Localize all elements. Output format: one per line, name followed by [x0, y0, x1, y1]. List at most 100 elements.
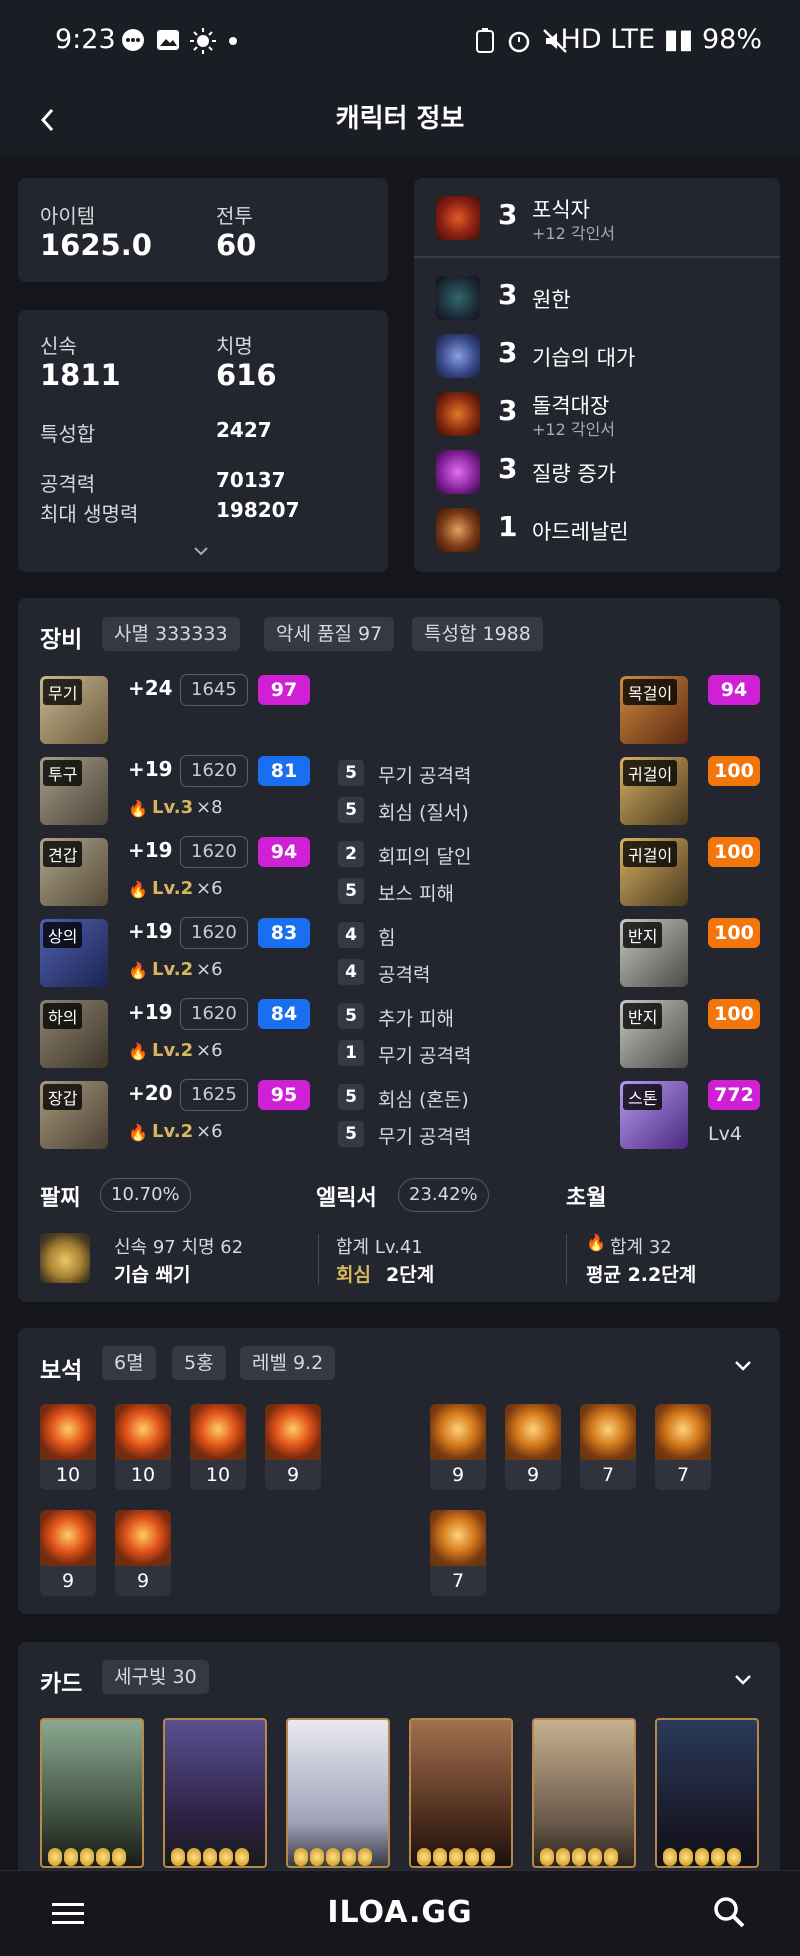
awakening-orb-icon	[588, 1848, 602, 1866]
card-thumbnail[interactable]	[40, 1718, 144, 1868]
gem-slot[interactable]: 9	[115, 1510, 171, 1596]
gems-chip-doom: 6멸	[102, 1346, 156, 1380]
card-thumbnail[interactable]	[163, 1718, 267, 1868]
gem-icon	[265, 1404, 321, 1460]
accessory-item-icon[interactable]: 스톤	[620, 1081, 688, 1149]
site-logo[interactable]: ILOA.GG	[0, 1895, 800, 1930]
equipment-chip-set: 사멸 333333	[102, 617, 240, 651]
slot-label: 스톤	[623, 1084, 663, 1110]
gem-level: 9	[136, 1570, 150, 1592]
gem-slot[interactable]: 10	[40, 1404, 96, 1490]
gem-slot[interactable]: 9	[265, 1404, 321, 1490]
status-system-icons	[474, 28, 568, 54]
gem-icon	[655, 1404, 711, 1460]
gem-slot[interactable]: 7	[655, 1404, 711, 1490]
card-thumbnail[interactable]	[409, 1718, 513, 1868]
awakening-orb-icon	[417, 1848, 431, 1866]
awakening-orb-icon	[64, 1848, 78, 1866]
enhance-level: +19	[128, 838, 173, 862]
transcend-level: Lv.2	[152, 959, 194, 980]
card-thumbnail[interactable]	[655, 1718, 759, 1868]
equipment-chip-quality: 악세 품질 97	[264, 617, 395, 651]
gem-level: 7	[676, 1464, 690, 1486]
engrave-points: 4	[338, 959, 364, 985]
status-time: 9:23	[55, 24, 116, 55]
enhance-level: +19	[128, 919, 173, 943]
awakening-orb-icon	[96, 1848, 110, 1866]
cards-expand-button[interactable]	[733, 1672, 753, 1691]
gem-slot[interactable]: 9	[505, 1404, 561, 1490]
transcend-average: 평균 2.2단계	[586, 1264, 697, 1286]
max-hp-value: 198207	[216, 498, 300, 522]
gem-icon	[580, 1404, 636, 1460]
flame-icon: 🔥	[128, 880, 148, 899]
card-thumbnail[interactable]	[286, 1718, 390, 1868]
gem-level: 9	[451, 1464, 465, 1486]
slot-label: 투구	[43, 760, 83, 786]
engrave-name: 회심 (혼돈)	[378, 1089, 469, 1111]
equipment-item-icon[interactable]: 무기	[40, 676, 108, 744]
expand-stats-button[interactable]	[192, 542, 210, 561]
awakening-orb-icon	[310, 1848, 324, 1866]
enhance-level: +24	[128, 676, 173, 700]
gem-icon	[115, 1510, 171, 1566]
item-level: 1620	[180, 917, 248, 949]
gem-icon	[40, 1510, 96, 1566]
gem-slot[interactable]: 9	[40, 1510, 96, 1596]
attack-value: 70137	[216, 468, 286, 492]
flame-icon: 🔥	[128, 1042, 148, 1061]
quality-badge: 81	[258, 756, 310, 786]
gem-level: 7	[601, 1464, 615, 1486]
transcend-total: 합계 32	[610, 1237, 672, 1258]
gallery-icon	[157, 30, 179, 50]
card-thumbnail[interactable]	[532, 1718, 636, 1868]
accessory-item-icon[interactable]: 귀걸이	[620, 757, 688, 825]
search-button[interactable]	[712, 1895, 746, 1933]
awakening-orb-icon	[540, 1848, 554, 1866]
cards-chip-set: 세구빛 30	[102, 1660, 209, 1694]
quality-badge: 97	[258, 675, 310, 705]
accessory-item-icon[interactable]: 귀걸이	[620, 838, 688, 906]
equipment-item-icon[interactable]: 하의	[40, 1000, 108, 1068]
bracelet-icon[interactable]	[40, 1233, 90, 1283]
equipment-item-icon[interactable]: 상의	[40, 919, 108, 987]
awakening-orb-icon	[203, 1848, 217, 1866]
elixir-title: 엘릭서	[316, 1186, 377, 1211]
battle-level-label: 전투	[216, 204, 253, 228]
brightness-icon	[190, 28, 216, 54]
card-awakening	[294, 1848, 372, 1866]
gem-slot[interactable]: 10	[115, 1404, 171, 1490]
slot-label: 무기	[43, 679, 83, 705]
equipment-item-icon[interactable]: 견갑	[40, 838, 108, 906]
engraving-name: 아드레날린	[532, 520, 629, 544]
gem-slot[interactable]: 10	[190, 1404, 246, 1490]
elixir-percent: 23.42%	[398, 1178, 489, 1212]
accessory-item-icon[interactable]: 목걸이	[620, 676, 688, 744]
gem-slot[interactable]: 7	[430, 1510, 486, 1596]
cards-title: 카드	[40, 1671, 83, 1697]
engraving-icon	[436, 334, 480, 378]
equipment-chip-total: 특성합 1988	[412, 617, 543, 651]
awakening-orb-icon	[695, 1848, 709, 1866]
accessory-item-icon[interactable]: 반지	[620, 919, 688, 987]
gem-slot[interactable]: 7	[580, 1404, 636, 1490]
awakening-orb-icon	[112, 1848, 126, 1866]
stone-level: Lv4	[708, 1123, 742, 1145]
gem-slot[interactable]: 9	[430, 1404, 486, 1490]
flame-icon: 🔥	[586, 1233, 606, 1252]
awakening-orb-icon	[294, 1848, 308, 1866]
equipment-item-icon[interactable]: 투구	[40, 757, 108, 825]
transcend-level: Lv.2	[152, 1121, 194, 1142]
card-awakening	[540, 1848, 618, 1866]
gems-expand-button[interactable]	[733, 1358, 753, 1377]
equipment-item-icon[interactable]: 장갑	[40, 1081, 108, 1149]
awakening-orb-icon	[187, 1848, 201, 1866]
awakening-orb-icon	[481, 1848, 495, 1866]
awakening-orb-icon	[449, 1848, 463, 1866]
accessory-item-icon[interactable]: 반지	[620, 1000, 688, 1068]
item-level-value: 1625.0	[40, 228, 152, 262]
slot-label: 목걸이	[623, 679, 678, 705]
status-bar: 9:23 HD LTE ▮▮ 98%	[0, 0, 800, 84]
engrave-points: 5	[338, 878, 364, 904]
engrave-points: 4	[338, 922, 364, 948]
